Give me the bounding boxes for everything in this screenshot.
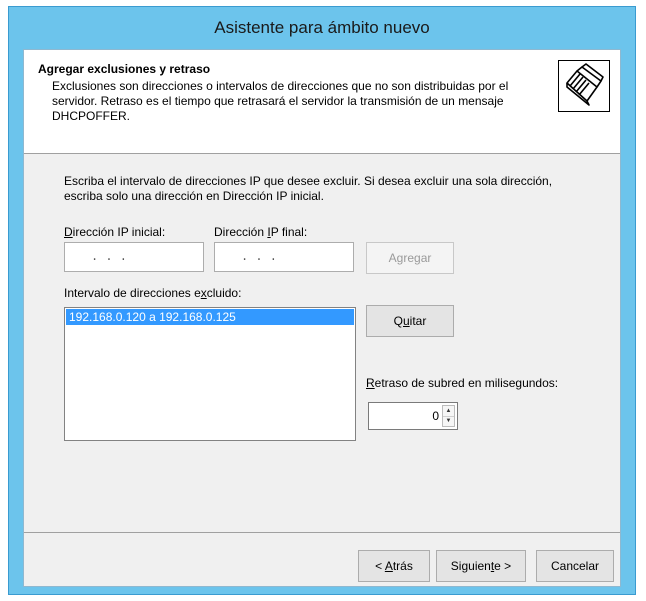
back-button-accel: A [384, 559, 393, 573]
next-button[interactable]: Siguiente > [436, 550, 526, 582]
add-button-accel: g [414, 251, 421, 265]
back-button-pre: < [375, 559, 385, 573]
wizard-header: Agregar exclusiones y retraso Exclusione… [24, 50, 620, 154]
list-item[interactable]: 192.168.0.120 a 192.168.0.125 [66, 309, 354, 325]
delay-label-post: etraso de subred en milisegundos: [374, 376, 559, 390]
window-title: Asistente para ámbito nuevo [214, 18, 430, 37]
footer-divider [24, 532, 620, 533]
server-wizard-icon [558, 60, 610, 112]
excluded-range-list[interactable]: 192.168.0.120 a 192.168.0.125 [64, 307, 356, 441]
next-button-post: e > [494, 559, 512, 573]
back-button[interactable]: < Atrás [358, 550, 430, 582]
spin-arrows[interactable]: ▲ ▼ [442, 405, 455, 427]
remove-button[interactable]: Quitar [366, 305, 454, 337]
wizard-window: Asistente para ámbito nuevo Agregar excl… [8, 6, 636, 595]
start-ip-label-post: irección IP inicial: [72, 225, 166, 239]
remove-button-pre: Q [393, 314, 403, 328]
excluded-range-label: Intervalo de direcciones excluido: [64, 286, 241, 300]
add-button-post: ar [420, 251, 432, 265]
excluded-label-pre: Intervalo de direcciones e [64, 286, 201, 300]
spin-down-icon[interactable]: ▼ [443, 416, 454, 426]
delay-value: 0 [432, 409, 439, 423]
start-ip-input[interactable]: . . . [64, 242, 204, 272]
end-ip-label-post: P final: [270, 225, 308, 239]
wizard-client-area: Agregar exclusiones y retraso Exclusione… [23, 49, 621, 587]
start-ip-label: Dirección IP inicial: [64, 225, 165, 239]
page-description: Exclusiones son direcciones o intervalos… [52, 79, 509, 123]
end-ip-input[interactable]: . . . [214, 242, 354, 272]
delay-label-accel: R [366, 376, 375, 390]
next-button-pre: Siguien [450, 559, 491, 573]
add-button[interactable]: Agregar [366, 242, 454, 274]
cancel-button[interactable]: Cancelar [536, 550, 614, 582]
remove-button-accel: u [402, 314, 410, 328]
remove-button-post: itar [409, 314, 427, 328]
start-ip-label-accel: D [64, 225, 73, 239]
add-button-pre: Agre [388, 251, 414, 265]
instructions-text: Escriba el intervalo de direcciones IP q… [64, 174, 553, 203]
excluded-label-post: cluido: [206, 286, 242, 300]
page-title: Agregar exclusiones y retraso [38, 62, 211, 76]
delay-label: Retraso de subred en milisegundos: [366, 376, 558, 390]
end-ip-label-pre: Dirección [214, 225, 268, 239]
end-ip-label: Dirección IP final: [214, 225, 307, 239]
delay-spinbox[interactable]: 0 ▲ ▼ [368, 402, 458, 430]
back-button-post: trás [392, 559, 413, 573]
